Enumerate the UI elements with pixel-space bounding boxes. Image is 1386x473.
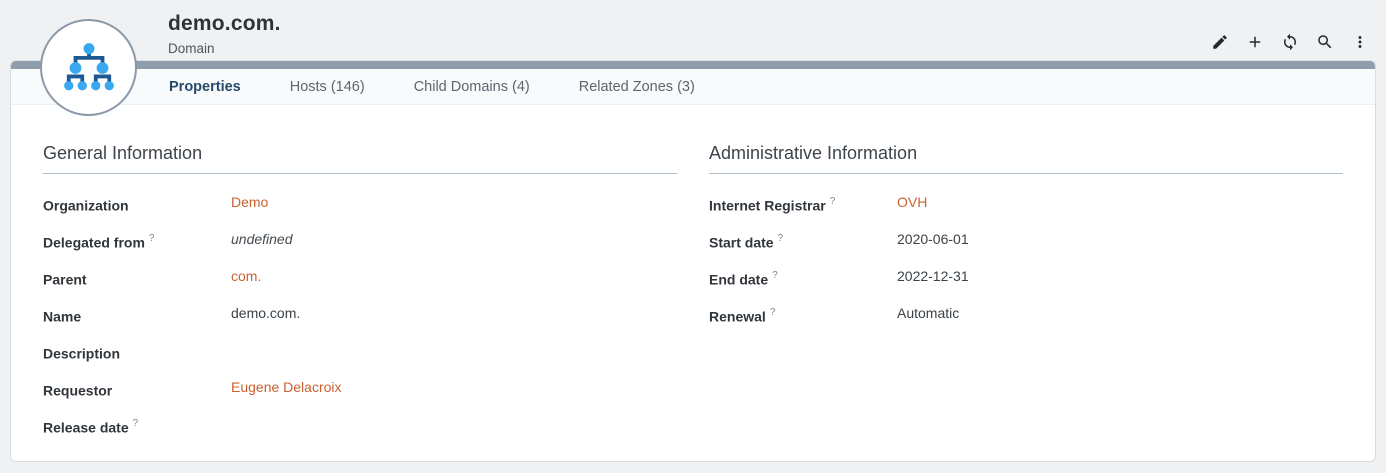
field-label: End date? — [709, 268, 897, 289]
help-marker: ? — [133, 418, 139, 429]
page-subtitle: Domain — [168, 41, 281, 56]
field-value: 2022-12-31 — [897, 268, 969, 285]
field-rows: Organization Demo Delegated from? undefi… — [43, 194, 677, 453]
tab-bar: Properties Hosts (146) Child Domains (4)… — [11, 69, 1375, 105]
field-label: Description — [43, 342, 231, 363]
field-label: Delegated from? — [43, 231, 231, 252]
add-button[interactable] — [1245, 32, 1265, 52]
section-title: General Information — [43, 143, 677, 174]
field-row-internet-registrar: Internet Registrar? OVH — [709, 194, 1343, 231]
field-value-link[interactable]: Eugene Delacroix — [231, 379, 342, 396]
field-label: Requestor — [43, 379, 231, 400]
field-row-requestor: Requestor Eugene Delacroix — [43, 379, 677, 416]
more-options-button[interactable] — [1350, 32, 1370, 52]
details-card: Properties Hosts (146) Child Domains (4)… — [10, 60, 1376, 462]
field-value: demo.com. — [231, 305, 300, 322]
field-label: Organization — [43, 194, 231, 215]
edit-button[interactable] — [1210, 32, 1230, 52]
field-row-organization: Organization Demo — [43, 194, 677, 231]
section-title: Administrative Information — [709, 143, 1343, 174]
field-label: Renewal? — [709, 305, 897, 326]
tab-hosts[interactable]: Hosts (146) — [290, 79, 365, 95]
field-row-description: Description — [43, 342, 677, 379]
card-accent-bar — [11, 61, 1375, 69]
field-label: Start date? — [709, 231, 897, 252]
field-value-link[interactable]: OVH — [897, 194, 927, 211]
pencil-icon — [1211, 33, 1229, 51]
help-marker: ? — [830, 196, 836, 207]
tab-related-zones[interactable]: Related Zones (3) — [579, 79, 695, 95]
field-label: Parent — [43, 268, 231, 289]
plus-icon — [1246, 33, 1264, 51]
field-label: Internet Registrar? — [709, 194, 897, 215]
field-value: 2020-06-01 — [897, 231, 969, 248]
title-block: demo.com. Domain — [168, 12, 281, 56]
page-title: demo.com. — [168, 12, 281, 36]
refresh-button[interactable] — [1280, 32, 1300, 52]
tab-child-domains[interactable]: Child Domains (4) — [414, 79, 530, 95]
field-row-delegated-from: Delegated from? undefined — [43, 231, 677, 268]
field-label: Release date? — [43, 416, 231, 437]
field-row-end-date: End date? 2022-12-31 — [709, 268, 1343, 305]
field-row-start-date: Start date? 2020-06-01 — [709, 231, 1343, 268]
domain-avatar — [40, 19, 137, 116]
search-icon — [1316, 33, 1334, 51]
field-label: Name — [43, 305, 231, 326]
section-administrative-information: Administrative Information Internet Regi… — [709, 105, 1343, 453]
help-marker: ? — [149, 233, 155, 244]
refresh-icon — [1281, 33, 1299, 51]
field-value: undefined — [231, 231, 293, 248]
field-value-link[interactable]: Demo — [231, 194, 268, 211]
page-header: demo.com. Domain — [0, 0, 1386, 60]
field-row-name: Name demo.com. — [43, 305, 677, 342]
header-actions — [1210, 32, 1370, 52]
help-marker: ? — [772, 270, 778, 281]
kebab-menu-icon — [1351, 33, 1369, 51]
help-marker: ? — [770, 307, 776, 318]
search-button[interactable] — [1315, 32, 1335, 52]
properties-content: General Information Organization Demo De… — [11, 105, 1375, 453]
field-value: Automatic — [897, 305, 959, 322]
field-value-link[interactable]: com. — [231, 268, 261, 285]
field-rows: Internet Registrar? OVH Start date? 2020… — [709, 194, 1343, 342]
field-row-renewal: Renewal? Automatic — [709, 305, 1343, 342]
tab-properties[interactable]: Properties — [169, 79, 241, 95]
field-row-parent: Parent com. — [43, 268, 677, 305]
org-chart-icon — [60, 41, 118, 95]
help-marker: ? — [778, 233, 784, 244]
section-general-information: General Information Organization Demo De… — [43, 105, 677, 453]
field-row-release-date: Release date? — [43, 416, 677, 453]
